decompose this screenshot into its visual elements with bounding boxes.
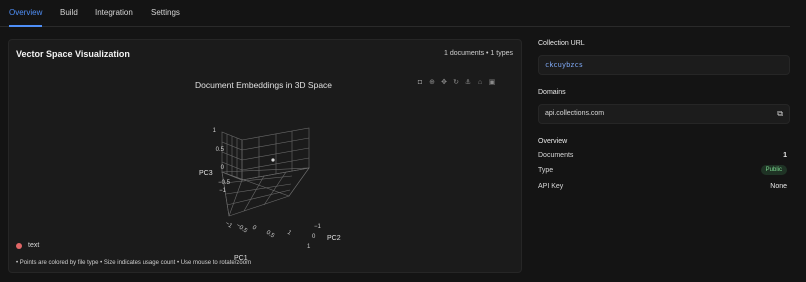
- y-axis-title: PC2: [327, 235, 341, 242]
- domains-label: Domains: [538, 89, 566, 96]
- overview-row-documents: Documents 1: [538, 152, 790, 159]
- plot-modebar: ◘ ⊕ ✥ ↻ ⚓ ⌂ ▣: [416, 79, 496, 87]
- z-tick: −0.5: [218, 180, 231, 186]
- documents-count: 1: [783, 152, 787, 159]
- pan-icon[interactable]: ✥: [440, 79, 448, 87]
- row-label: Documents: [538, 152, 574, 159]
- x-tick: −1: [224, 221, 234, 230]
- camera-icon[interactable]: ◘: [416, 79, 424, 87]
- tab-build[interactable]: Build: [60, 6, 78, 27]
- x-tick: 0.5: [265, 230, 276, 240]
- tab-bar: Overview Build Integration Settings: [0, 0, 790, 27]
- tab-settings[interactable]: Settings: [151, 6, 180, 27]
- vector-space-panel: Vector Space Visualization 1 documents •…: [8, 39, 522, 273]
- tab-overview[interactable]: Overview: [9, 6, 42, 27]
- document-count: 1 documents • 1 types: [444, 50, 513, 57]
- x-tick: 1: [286, 230, 293, 237]
- overview-row-type: Type Public: [538, 165, 790, 175]
- z-tick: 0: [221, 165, 225, 171]
- reset-camera-icon[interactable]: ▣: [488, 79, 496, 87]
- collection-url-box[interactable]: ckcuybzcs: [538, 55, 790, 75]
- overview-row-api-key: API Key None: [538, 183, 790, 190]
- domain-box: api.collections.com ⧉: [538, 104, 790, 124]
- x-tick: −0.5: [235, 223, 249, 235]
- legend-label[interactable]: text: [28, 242, 39, 249]
- 3d-scatter-plot[interactable]: 1 0.5 0 −0.5 −1 PC3 −1 −0.5 0 0.5 1 PC1 …: [184, 118, 354, 262]
- legend-swatch: [16, 242, 22, 249]
- collection-url[interactable]: ckcuybzcs: [545, 61, 583, 69]
- overview-label: Overview: [538, 138, 568, 145]
- plot-footnote: • Points are colored by file type • Size…: [16, 260, 252, 266]
- data-point[interactable]: [271, 158, 275, 162]
- plot-title: Document Embeddings in 3D Space: [195, 80, 333, 90]
- y-tick: 1: [307, 244, 311, 250]
- z-axis-title: PC3: [199, 170, 213, 177]
- x-tick: 0: [251, 225, 258, 232]
- external-link-icon[interactable]: ⧉: [777, 109, 783, 119]
- z-tick: 0.5: [216, 147, 225, 153]
- legend: text: [16, 242, 39, 249]
- turntable-icon[interactable]: ⚓: [464, 79, 472, 87]
- status-badge: Public: [760, 165, 787, 175]
- orbit-icon[interactable]: ↻: [452, 79, 460, 87]
- domain-value: api.collections.com: [545, 110, 605, 117]
- row-label: API Key: [538, 183, 564, 190]
- tab-integration[interactable]: Integration: [95, 6, 133, 27]
- z-tick: 1: [213, 128, 217, 134]
- home-icon[interactable]: ⌂: [476, 79, 484, 87]
- y-tick: −1: [314, 224, 322, 230]
- y-tick: 0: [312, 234, 316, 240]
- z-tick: −1: [219, 188, 227, 194]
- api-key-value: None: [770, 183, 787, 190]
- collection-url-label: Collection URL: [538, 40, 585, 47]
- row-label: Type: [538, 167, 554, 174]
- panel-title: Vector Space Visualization: [16, 49, 130, 59]
- zoom-icon[interactable]: ⊕: [428, 79, 436, 87]
